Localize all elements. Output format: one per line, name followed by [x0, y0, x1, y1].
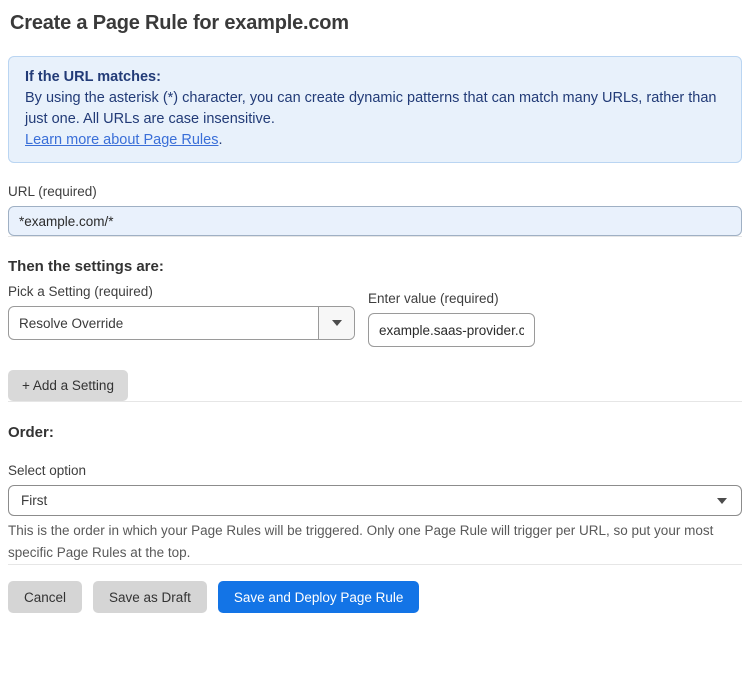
setting-select-value: Resolve Override [19, 315, 124, 331]
info-box-body: By using the asterisk (*) character, you… [25, 90, 717, 127]
setting-value-input[interactable] [368, 313, 535, 347]
url-input[interactable] [8, 206, 742, 236]
setting-select[interactable]: Resolve Override [8, 306, 355, 340]
info-box-heading: If the URL matches: [25, 69, 161, 85]
chevron-down-icon [331, 320, 342, 326]
order-help-text: This is the order in which your Page Rul… [8, 523, 714, 560]
order-select[interactable]: First [8, 485, 742, 516]
settings-section-heading: Then the settings are: [8, 258, 164, 275]
page-rule-form: Create a Page Rule for example.com If th… [0, 10, 750, 613]
setting-select-label: Pick a Setting (required) [8, 284, 153, 299]
value-field-label: Enter value (required) [368, 291, 499, 306]
setting-select-arrow-box[interactable] [318, 307, 354, 339]
cancel-button[interactable]: Cancel [8, 581, 83, 613]
order-select-value: First [21, 493, 48, 508]
footer-actions: Cancel Save as Draft Save and Deploy Pag… [8, 581, 742, 613]
save-as-draft-button[interactable]: Save as Draft [93, 581, 207, 613]
add-setting-button[interactable]: + Add a Setting [8, 370, 128, 401]
divider [8, 236, 742, 237]
url-field-label: URL (required) [8, 184, 97, 199]
setting-value-group: Enter value (required) [368, 291, 535, 347]
learn-more-link[interactable]: Learn more about Page Rules [25, 132, 218, 148]
order-select-label: Select option [8, 463, 87, 478]
settings-row: Pick a Setting (required) Resolve Overri… [8, 284, 742, 347]
chevron-down-icon [717, 498, 727, 504]
url-match-info-box: If the URL matches: By using the asteris… [8, 56, 742, 163]
setting-select-group: Pick a Setting (required) Resolve Overri… [8, 284, 355, 340]
save-and-deploy-button[interactable]: Save and Deploy Page Rule [217, 581, 420, 613]
divider [8, 564, 742, 565]
link-suffix: . [218, 132, 223, 148]
divider [8, 401, 742, 402]
order-section-heading: Order: [8, 424, 54, 441]
info-box-link-line: Learn more about Page Rules. [25, 130, 725, 151]
page-title: Create a Page Rule for example.com [10, 12, 349, 34]
